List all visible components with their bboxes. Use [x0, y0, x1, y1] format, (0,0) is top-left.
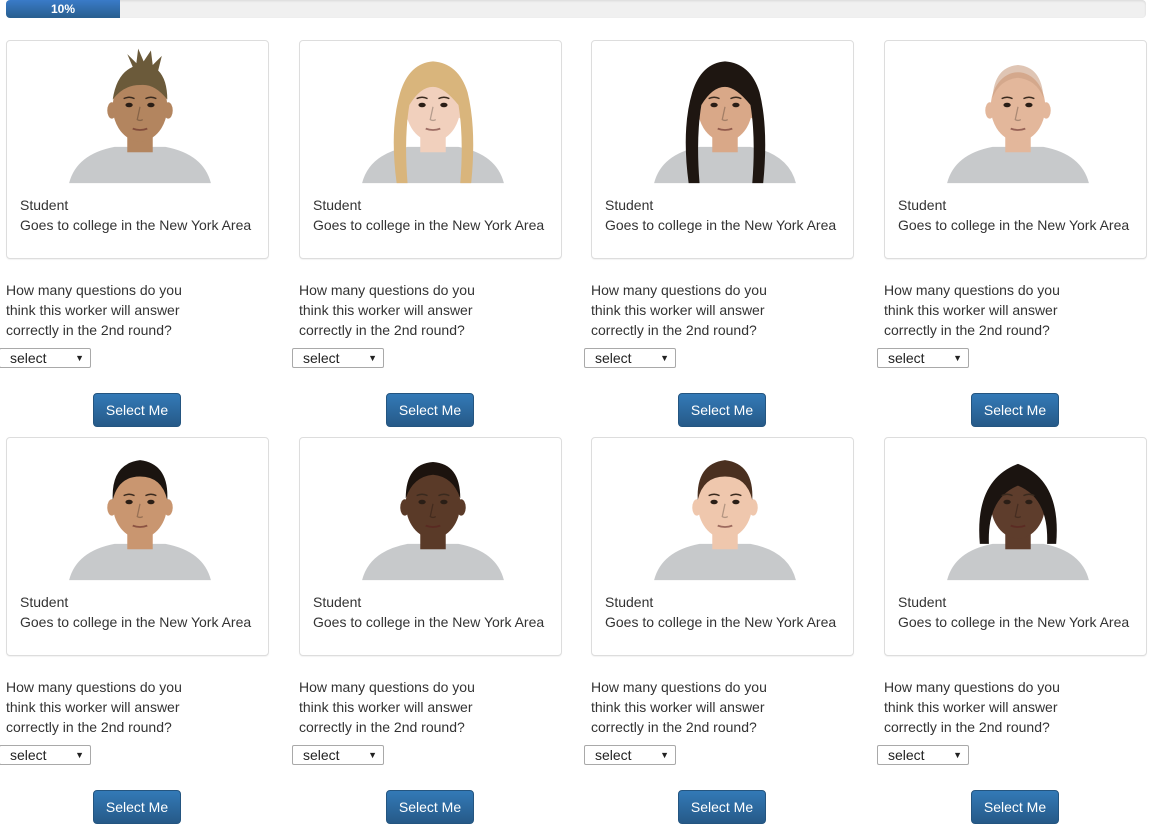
chevron-down-icon: ▼ — [660, 750, 669, 760]
select-value: select — [595, 350, 632, 366]
worker-role: Student — [313, 594, 362, 610]
prediction-question: How many questions do you think this wor… — [884, 679, 1060, 735]
chevron-down-icon: ▼ — [368, 353, 377, 363]
select-me-button[interactable]: Select Me — [386, 393, 474, 427]
worker-role: Student — [605, 594, 654, 610]
chevron-down-icon: ▼ — [75, 750, 84, 760]
worker-description: Goes to college in the New York Area — [605, 614, 837, 630]
chevron-down-icon: ▼ — [953, 750, 962, 760]
worker-photo — [353, 43, 513, 187]
worker-card: Student Goes to college in the New York … — [591, 40, 854, 259]
worker-description: Goes to college in the New York Area — [20, 614, 252, 630]
select-me-button[interactable]: Select Me — [93, 393, 181, 427]
worker-card: Student Goes to college in the New York … — [6, 40, 269, 259]
worker-photo — [60, 440, 220, 584]
select-value: select — [10, 747, 47, 763]
worker-card: Student Goes to college in the New York … — [884, 437, 1147, 656]
worker-role: Student — [605, 197, 654, 213]
prediction-select[interactable]: select ▼ — [0, 348, 91, 368]
worker-photo — [353, 440, 513, 584]
worker-role: Student — [898, 594, 947, 610]
prediction-question: How many questions do you think this wor… — [6, 679, 182, 735]
prediction-select[interactable]: select ▼ — [877, 348, 969, 368]
worker-card: Student Goes to college in the New York … — [6, 437, 269, 656]
select-me-button[interactable]: Select Me — [386, 790, 474, 824]
prediction-select[interactable]: select ▼ — [877, 745, 969, 765]
select-me-button[interactable]: Select Me — [971, 393, 1059, 427]
prediction-question: How many questions do you think this wor… — [884, 282, 1060, 338]
worker-card: Student Goes to college in the New York … — [299, 40, 562, 259]
prediction-select[interactable]: select ▼ — [292, 348, 384, 368]
prediction-select[interactable]: select ▼ — [584, 348, 676, 368]
progress-bar: 10% — [6, 0, 1146, 18]
chevron-down-icon: ▼ — [660, 353, 669, 363]
progress-fill: 10% — [6, 0, 120, 18]
worker-role: Student — [20, 197, 69, 213]
worker-description: Goes to college in the New York Area — [898, 217, 1130, 233]
worker-photo — [645, 440, 805, 584]
chevron-down-icon: ▼ — [368, 750, 377, 760]
select-me-button[interactable]: Select Me — [971, 790, 1059, 824]
select-value: select — [303, 747, 340, 763]
worker-description: Goes to college in the New York Area — [313, 614, 545, 630]
worker-card: Student Goes to college in the New York … — [299, 437, 562, 656]
worker-card: Student Goes to college in the New York … — [884, 40, 1147, 259]
prediction-question: How many questions do you think this wor… — [299, 282, 475, 338]
worker-card: Student Goes to college in the New York … — [591, 437, 854, 656]
worker-photo — [645, 43, 805, 187]
prediction-select[interactable]: select ▼ — [0, 745, 91, 765]
select-value: select — [595, 747, 632, 763]
select-value: select — [10, 350, 47, 366]
worker-description: Goes to college in the New York Area — [20, 217, 252, 233]
prediction-question: How many questions do you think this wor… — [6, 282, 182, 338]
chevron-down-icon: ▼ — [75, 353, 84, 363]
worker-description: Goes to college in the New York Area — [898, 614, 1130, 630]
worker-photo — [938, 440, 1098, 584]
select-me-button[interactable]: Select Me — [678, 790, 766, 824]
worker-description: Goes to college in the New York Area — [313, 217, 545, 233]
prediction-question: How many questions do you think this wor… — [299, 679, 475, 735]
worker-photo — [60, 43, 220, 187]
select-value: select — [888, 747, 925, 763]
worker-description: Goes to college in the New York Area — [605, 217, 837, 233]
select-me-button[interactable]: Select Me — [93, 790, 181, 824]
select-me-button[interactable]: Select Me — [678, 393, 766, 427]
prediction-question: How many questions do you think this wor… — [591, 282, 767, 338]
worker-role: Student — [898, 197, 947, 213]
select-value: select — [303, 350, 340, 366]
chevron-down-icon: ▼ — [953, 353, 962, 363]
worker-role: Student — [313, 197, 362, 213]
prediction-select[interactable]: select ▼ — [584, 745, 676, 765]
prediction-select[interactable]: select ▼ — [292, 745, 384, 765]
prediction-question: How many questions do you think this wor… — [591, 679, 767, 735]
worker-role: Student — [20, 594, 69, 610]
worker-photo — [938, 43, 1098, 187]
select-value: select — [888, 350, 925, 366]
